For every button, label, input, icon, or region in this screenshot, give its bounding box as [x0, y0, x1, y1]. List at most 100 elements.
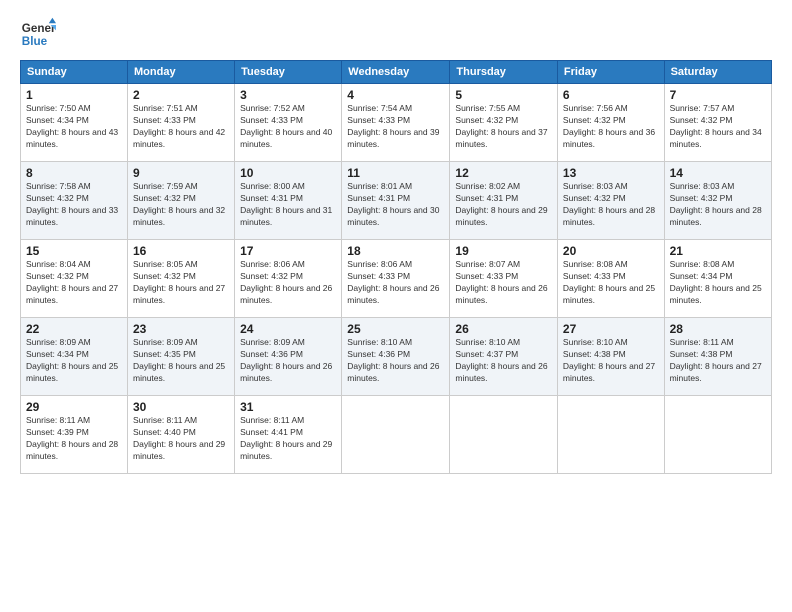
day-info: Sunrise: 7:54 AMSunset: 4:33 PMDaylight:…: [347, 103, 439, 149]
calendar-day-cell: 27 Sunrise: 8:10 AMSunset: 4:38 PMDaylig…: [557, 318, 664, 396]
day-info: Sunrise: 8:10 AMSunset: 4:38 PMDaylight:…: [563, 337, 655, 383]
day-info: Sunrise: 8:08 AMSunset: 4:34 PMDaylight:…: [670, 259, 762, 305]
calendar-day-cell: 6 Sunrise: 7:56 AMSunset: 4:32 PMDayligh…: [557, 84, 664, 162]
calendar-day-cell: 9 Sunrise: 7:59 AMSunset: 4:32 PMDayligh…: [128, 162, 235, 240]
weekday-header: Sunday: [21, 61, 128, 84]
day-info: Sunrise: 7:55 AMSunset: 4:32 PMDaylight:…: [455, 103, 547, 149]
day-number: 27: [563, 322, 659, 336]
calendar-day-cell: 31 Sunrise: 8:11 AMSunset: 4:41 PMDaylig…: [235, 396, 342, 474]
calendar-day-cell: 24 Sunrise: 8:09 AMSunset: 4:36 PMDaylig…: [235, 318, 342, 396]
calendar-day-cell: 22 Sunrise: 8:09 AMSunset: 4:34 PMDaylig…: [21, 318, 128, 396]
day-number: 15: [26, 244, 122, 258]
calendar-day-cell: 20 Sunrise: 8:08 AMSunset: 4:33 PMDaylig…: [557, 240, 664, 318]
day-info: Sunrise: 8:02 AMSunset: 4:31 PMDaylight:…: [455, 181, 547, 227]
day-info: Sunrise: 8:04 AMSunset: 4:32 PMDaylight:…: [26, 259, 118, 305]
day-info: Sunrise: 7:56 AMSunset: 4:32 PMDaylight:…: [563, 103, 655, 149]
day-info: Sunrise: 8:11 AMSunset: 4:41 PMDaylight:…: [240, 415, 332, 461]
day-info: Sunrise: 7:50 AMSunset: 4:34 PMDaylight:…: [26, 103, 118, 149]
header: General Blue: [20, 16, 772, 52]
day-number: 26: [455, 322, 552, 336]
calendar-day-cell: 12 Sunrise: 8:02 AMSunset: 4:31 PMDaylig…: [450, 162, 558, 240]
day-number: 30: [133, 400, 229, 414]
day-info: Sunrise: 8:05 AMSunset: 4:32 PMDaylight:…: [133, 259, 225, 305]
day-info: Sunrise: 8:06 AMSunset: 4:32 PMDaylight:…: [240, 259, 332, 305]
day-number: 3: [240, 88, 336, 102]
day-info: Sunrise: 8:01 AMSunset: 4:31 PMDaylight:…: [347, 181, 439, 227]
svg-text:General: General: [22, 22, 56, 35]
calendar-day-cell: 19 Sunrise: 8:07 AMSunset: 4:33 PMDaylig…: [450, 240, 558, 318]
calendar-day-cell: [557, 396, 664, 474]
calendar-day-cell: [342, 396, 450, 474]
day-number: 19: [455, 244, 552, 258]
weekday-header: Wednesday: [342, 61, 450, 84]
calendar-table: SundayMondayTuesdayWednesdayThursdayFrid…: [20, 60, 772, 474]
day-number: 16: [133, 244, 229, 258]
calendar-day-cell: 26 Sunrise: 8:10 AMSunset: 4:37 PMDaylig…: [450, 318, 558, 396]
calendar-day-cell: 5 Sunrise: 7:55 AMSunset: 4:32 PMDayligh…: [450, 84, 558, 162]
weekday-header: Thursday: [450, 61, 558, 84]
day-info: Sunrise: 7:51 AMSunset: 4:33 PMDaylight:…: [133, 103, 225, 149]
day-info: Sunrise: 8:00 AMSunset: 4:31 PMDaylight:…: [240, 181, 332, 227]
day-info: Sunrise: 8:11 AMSunset: 4:38 PMDaylight:…: [670, 337, 762, 383]
calendar-day-cell: 21 Sunrise: 8:08 AMSunset: 4:34 PMDaylig…: [664, 240, 771, 318]
logo: General Blue: [20, 16, 56, 52]
calendar-day-cell: [664, 396, 771, 474]
calendar-day-cell: 8 Sunrise: 7:58 AMSunset: 4:32 PMDayligh…: [21, 162, 128, 240]
day-number: 5: [455, 88, 552, 102]
calendar-body: 1 Sunrise: 7:50 AMSunset: 4:34 PMDayligh…: [21, 84, 772, 474]
day-number: 21: [670, 244, 766, 258]
day-number: 12: [455, 166, 552, 180]
day-info: Sunrise: 8:09 AMSunset: 4:34 PMDaylight:…: [26, 337, 118, 383]
day-number: 25: [347, 322, 444, 336]
calendar-day-cell: 30 Sunrise: 8:11 AMSunset: 4:40 PMDaylig…: [128, 396, 235, 474]
day-number: 7: [670, 88, 766, 102]
day-info: Sunrise: 8:09 AMSunset: 4:35 PMDaylight:…: [133, 337, 225, 383]
calendar-day-cell: [450, 396, 558, 474]
weekday-header: Friday: [557, 61, 664, 84]
day-number: 9: [133, 166, 229, 180]
day-info: Sunrise: 8:10 AMSunset: 4:37 PMDaylight:…: [455, 337, 547, 383]
day-number: 18: [347, 244, 444, 258]
calendar-header-row: SundayMondayTuesdayWednesdayThursdayFrid…: [21, 61, 772, 84]
svg-text:Blue: Blue: [22, 35, 48, 48]
day-info: Sunrise: 8:10 AMSunset: 4:36 PMDaylight:…: [347, 337, 439, 383]
calendar-day-cell: 11 Sunrise: 8:01 AMSunset: 4:31 PMDaylig…: [342, 162, 450, 240]
calendar-day-cell: 29 Sunrise: 8:11 AMSunset: 4:39 PMDaylig…: [21, 396, 128, 474]
day-number: 28: [670, 322, 766, 336]
day-number: 29: [26, 400, 122, 414]
day-info: Sunrise: 8:11 AMSunset: 4:40 PMDaylight:…: [133, 415, 225, 461]
calendar-day-cell: 3 Sunrise: 7:52 AMSunset: 4:33 PMDayligh…: [235, 84, 342, 162]
weekday-header: Saturday: [664, 61, 771, 84]
calendar-day-cell: 1 Sunrise: 7:50 AMSunset: 4:34 PMDayligh…: [21, 84, 128, 162]
calendar-week-row: 1 Sunrise: 7:50 AMSunset: 4:34 PMDayligh…: [21, 84, 772, 162]
calendar-day-cell: 15 Sunrise: 8:04 AMSunset: 4:32 PMDaylig…: [21, 240, 128, 318]
day-info: Sunrise: 8:09 AMSunset: 4:36 PMDaylight:…: [240, 337, 332, 383]
calendar-day-cell: 16 Sunrise: 8:05 AMSunset: 4:32 PMDaylig…: [128, 240, 235, 318]
day-info: Sunrise: 8:11 AMSunset: 4:39 PMDaylight:…: [26, 415, 118, 461]
calendar-day-cell: 14 Sunrise: 8:03 AMSunset: 4:32 PMDaylig…: [664, 162, 771, 240]
day-number: 24: [240, 322, 336, 336]
day-number: 4: [347, 88, 444, 102]
day-number: 20: [563, 244, 659, 258]
calendar-week-row: 22 Sunrise: 8:09 AMSunset: 4:34 PMDaylig…: [21, 318, 772, 396]
day-info: Sunrise: 8:07 AMSunset: 4:33 PMDaylight:…: [455, 259, 547, 305]
day-info: Sunrise: 7:57 AMSunset: 4:32 PMDaylight:…: [670, 103, 762, 149]
calendar-day-cell: 4 Sunrise: 7:54 AMSunset: 4:33 PMDayligh…: [342, 84, 450, 162]
day-info: Sunrise: 8:06 AMSunset: 4:33 PMDaylight:…: [347, 259, 439, 305]
day-number: 11: [347, 166, 444, 180]
day-number: 31: [240, 400, 336, 414]
logo-icon: General Blue: [20, 16, 56, 52]
day-info: Sunrise: 7:59 AMSunset: 4:32 PMDaylight:…: [133, 181, 225, 227]
day-number: 2: [133, 88, 229, 102]
day-info: Sunrise: 7:52 AMSunset: 4:33 PMDaylight:…: [240, 103, 332, 149]
calendar-week-row: 8 Sunrise: 7:58 AMSunset: 4:32 PMDayligh…: [21, 162, 772, 240]
calendar-day-cell: 10 Sunrise: 8:00 AMSunset: 4:31 PMDaylig…: [235, 162, 342, 240]
day-number: 14: [670, 166, 766, 180]
day-number: 1: [26, 88, 122, 102]
calendar-day-cell: 7 Sunrise: 7:57 AMSunset: 4:32 PMDayligh…: [664, 84, 771, 162]
day-number: 17: [240, 244, 336, 258]
day-info: Sunrise: 7:58 AMSunset: 4:32 PMDaylight:…: [26, 181, 118, 227]
calendar-day-cell: 23 Sunrise: 8:09 AMSunset: 4:35 PMDaylig…: [128, 318, 235, 396]
calendar-day-cell: 13 Sunrise: 8:03 AMSunset: 4:32 PMDaylig…: [557, 162, 664, 240]
day-info: Sunrise: 8:03 AMSunset: 4:32 PMDaylight:…: [563, 181, 655, 227]
